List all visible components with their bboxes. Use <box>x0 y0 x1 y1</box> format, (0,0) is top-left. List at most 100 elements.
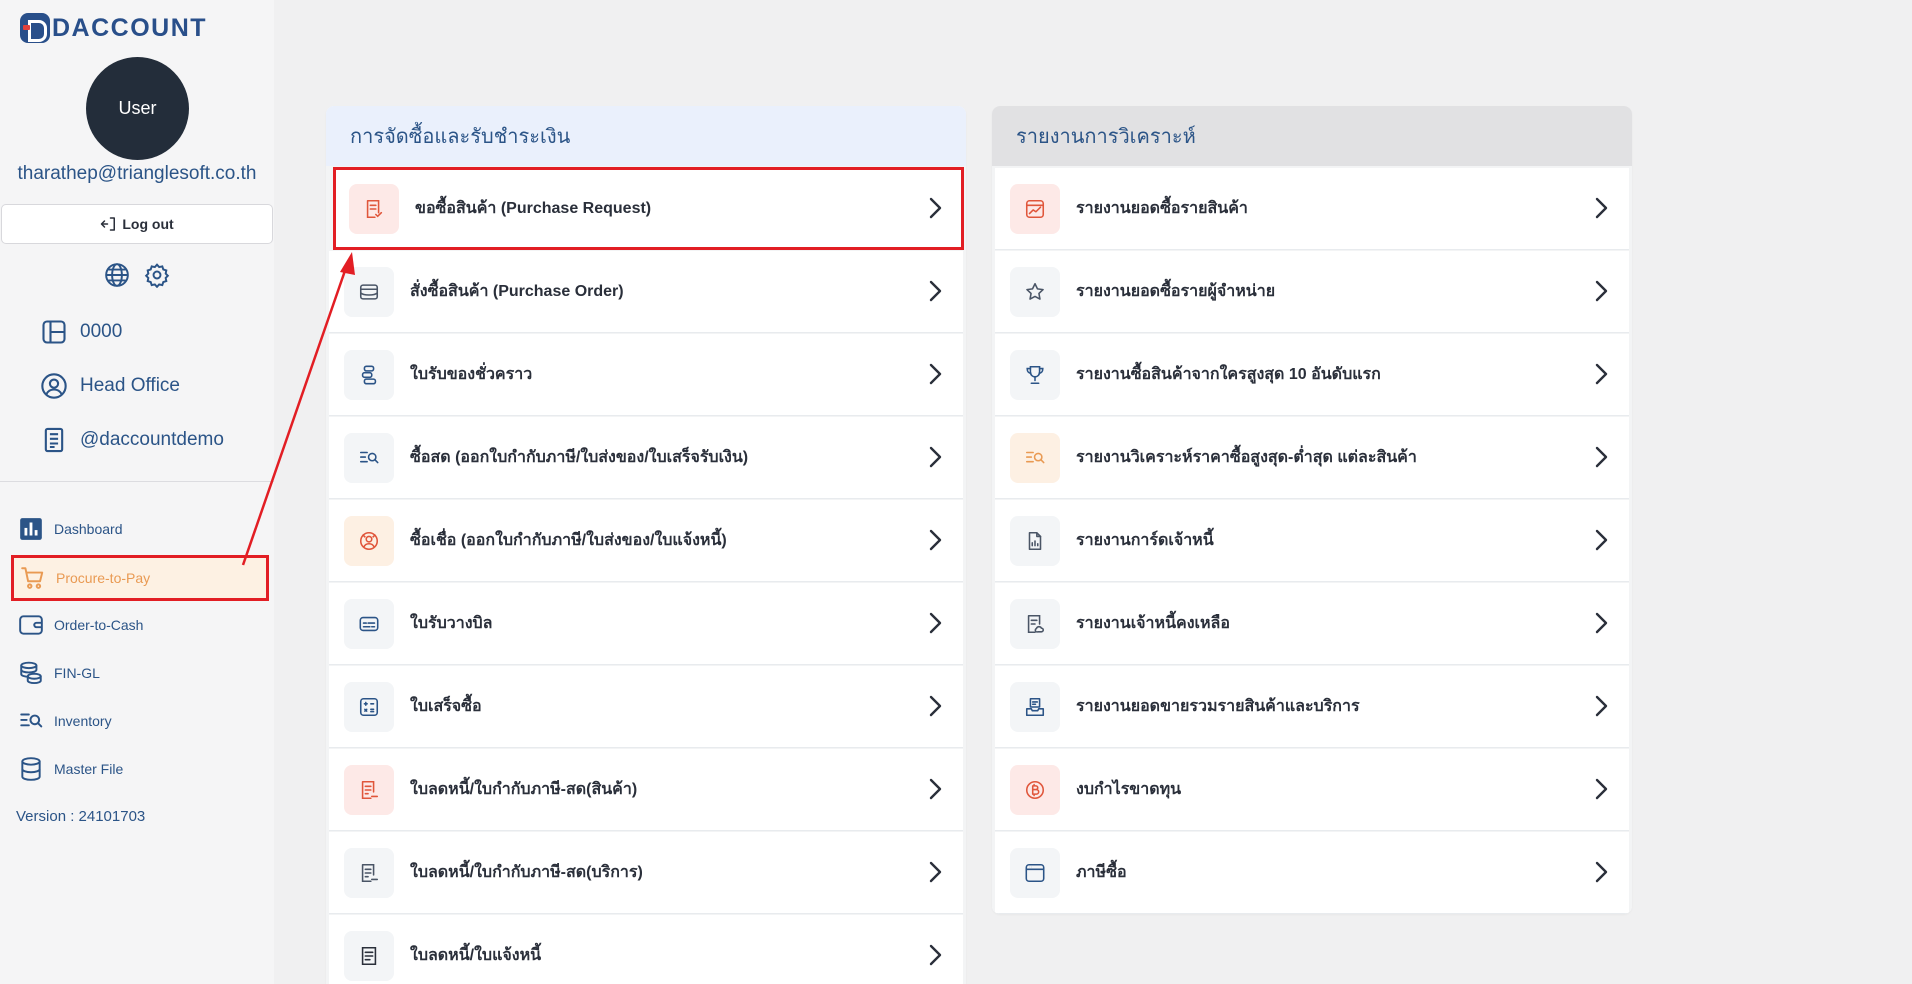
list-item-label: ภาษีซื้อ <box>1076 864 1127 881</box>
logout-icon <box>101 217 116 231</box>
version-label: Version : 24101703 <box>16 808 146 825</box>
info-item-account: @daccountdemo <box>40 426 224 454</box>
layout-icon <box>42 320 66 344</box>
bar-chart-icon <box>20 518 42 540</box>
sidebar-divider <box>0 481 274 482</box>
boxes-icon <box>344 349 394 400</box>
app-logo[interactable]: DACCOUNT <box>20 12 207 44</box>
reports-panel: รายงานการวิเคราะห์ รายงานยอดซื้อรายสินค้… <box>992 106 1632 914</box>
chevron-right-icon <box>1595 778 1608 800</box>
list-item-report-price-analysis[interactable]: รายงานวิเคราะห์ราคาซื้อสูงสุด-ต่ำสุด แต่… <box>995 417 1629 498</box>
list-item-profit-loss[interactable]: งบกำไรขาดทุน <box>995 749 1629 830</box>
list-item-credit-purchase[interactable]: ซื้อเชื่อ (ออกใบกำกับภาษี/ใบส่งของ/ใบแจ้… <box>329 500 963 581</box>
receipt-minus-icon <box>344 847 394 898</box>
nav-label: FIN-GL <box>54 665 100 681</box>
list-item-label: ซื้อสด (ออกใบกำกับภาษี/ใบส่งของ/ใบเสร็จร… <box>410 449 749 466</box>
list-item-credit-note-goods[interactable]: ใบลดหนี้/ใบกำกับภาษี-สด(สินค้า) <box>329 749 963 830</box>
chart-line-icon <box>1010 183 1060 234</box>
reports-list: รายงานยอดซื้อรายสินค้า รายงานยอดซื้อรายผ… <box>992 166 1632 913</box>
file-chart-icon <box>1010 515 1060 566</box>
list-item-purchase-receipt[interactable]: ใบเสร็จซื้อ <box>329 666 963 747</box>
chevron-right-icon <box>929 944 942 966</box>
star-icon <box>1010 266 1060 317</box>
logout-label: Log out <box>122 216 174 232</box>
list-search-icon <box>1010 432 1060 483</box>
chevron-right-icon <box>929 363 942 385</box>
panel-title: รายงานการวิเคราะห์ <box>992 106 1632 166</box>
list-item-purchase-tax[interactable]: ภาษีซื้อ <box>995 832 1629 913</box>
list-item-report-top10-vendors[interactable]: รายงานซื้อสินค้าจากใครสูงสุด 10 อันดับแร… <box>995 334 1629 415</box>
receipt-check-icon <box>349 183 399 234</box>
list-item-label: ใบเสร็จซื้อ <box>410 698 482 715</box>
chevron-right-icon <box>1595 529 1608 551</box>
chevron-right-icon <box>1595 612 1608 634</box>
nav-item-order-to-cash[interactable]: Order-to-Cash <box>18 607 268 643</box>
list-item-credit-note-invoice[interactable]: ใบลดหนี้/ใบแจ้งหนี้ <box>329 915 963 984</box>
list-item-temp-receipt[interactable]: ใบรับของชั่วคราว <box>329 334 963 415</box>
avatar[interactable]: User <box>86 57 189 160</box>
info-item-branch: Head Office <box>40 372 180 400</box>
list-item-label: ใบลดหนี้/ใบกำกับภาษี-สด(บริการ) <box>410 864 643 881</box>
list-item-report-purchase-by-product[interactable]: รายงานยอดซื้อรายสินค้า <box>995 168 1629 249</box>
list-item-label: งบกำไรขาดทุน <box>1076 781 1182 798</box>
purchasing-panel: การจัดซื้อและรับชำระเงิน ขอซื้อสินค้า (P… <box>326 106 966 984</box>
list-item-label: ซื้อเชื่อ (ออกใบกำกับภาษี/ใบส่งของ/ใบแจ้… <box>410 532 727 549</box>
avatar-label: User <box>118 98 157 118</box>
chevron-right-icon <box>1595 446 1608 468</box>
list-item-label: รายงานเจ้าหนี้คงเหลือ <box>1076 615 1230 632</box>
list-item-report-purchase-by-vendor[interactable]: รายงานยอดซื้อรายผู้จำหน่าย <box>995 251 1629 332</box>
list-item-label: ใบลดหนี้/ใบกำกับภาษี-สด(สินค้า) <box>410 781 638 798</box>
logout-button[interactable]: Log out <box>1 204 273 244</box>
chevron-right-icon <box>1595 197 1608 219</box>
document-icon <box>44 427 64 453</box>
calculator-icon <box>344 681 394 732</box>
wallet-icon <box>19 615 43 635</box>
purchasing-list: ขอซื้อสินค้า (Purchase Request) สั่งซื้อ… <box>326 166 966 984</box>
chevron-right-icon <box>929 695 942 717</box>
sidebar-settings-row <box>104 262 170 292</box>
nav-item-fin-gl[interactable]: FIN-GL <box>18 655 268 691</box>
chevron-right-icon <box>929 778 942 800</box>
info-label: Head Office <box>80 375 180 396</box>
list-item-report-sales-summary[interactable]: รายงานยอดขายรวมรายสินค้าและบริการ <box>995 666 1629 747</box>
list-item-report-creditor-balance[interactable]: รายงานเจ้าหนี้คงเหลือ <box>995 583 1629 664</box>
card-icon <box>344 598 394 649</box>
panel-title: การจัดซื้อและรับชำระเงิน <box>326 106 966 166</box>
nav-label: Procure-to-Pay <box>56 570 151 586</box>
list-item-purchase-request[interactable]: ขอซื้อสินค้า (Purchase Request) <box>333 167 964 250</box>
list-item-label: สั่งซื้อสินค้า (Purchase Order) <box>410 283 624 300</box>
list-item-billing-receipt[interactable]: ใบรับวางบิล <box>329 583 963 664</box>
browser-icon <box>1010 847 1060 898</box>
list-item-purchase-order[interactable]: สั่งซื้อสินค้า (Purchase Order) <box>329 251 963 332</box>
list-item-report-creditor-card[interactable]: รายงานการ์ดเจ้าหนี้ <box>995 500 1629 581</box>
globe-icon[interactable] <box>104 262 130 292</box>
chevron-right-icon <box>929 861 942 883</box>
list-item-label: ขอซื้อสินค้า (Purchase Request) <box>415 200 652 217</box>
coin-hand-icon <box>344 515 394 566</box>
chevron-right-icon <box>1595 363 1608 385</box>
tray-icon <box>1010 681 1060 732</box>
chevron-right-icon <box>929 197 942 219</box>
nav-label: Master File <box>54 761 124 777</box>
info-item-branch-code: 0000 <box>40 318 122 346</box>
list-item-credit-note-service[interactable]: ใบลดหนี้/ใบกำกับภาษี-สด(บริการ) <box>329 832 963 913</box>
chevron-right-icon <box>1595 695 1608 717</box>
nav-item-inventory[interactable]: Inventory <box>18 703 268 739</box>
chevron-right-icon <box>929 612 942 634</box>
nav-label: Inventory <box>54 713 112 729</box>
list-item-label: ใบรับวางบิล <box>410 615 493 632</box>
cart-icon <box>21 567 44 589</box>
list-item-label: รายงานยอดซื้อรายสินค้า <box>1076 200 1248 217</box>
bitcoin-icon <box>1010 764 1060 815</box>
nav-item-dashboard[interactable]: Dashboard <box>18 511 268 547</box>
nav-item-master-file[interactable]: Master File <box>18 751 268 787</box>
list-item-label: รายงานยอดขายรวมรายสินค้าและบริการ <box>1076 698 1360 715</box>
gear-icon[interactable] <box>144 262 170 292</box>
receipt-icon <box>344 930 394 981</box>
wallet-card-icon <box>344 266 394 317</box>
list-item-cash-purchase[interactable]: ซื้อสด (ออกใบกำกับภาษี/ใบส่งของ/ใบเสร็จร… <box>329 417 963 498</box>
chevron-right-icon <box>1595 861 1608 883</box>
chevron-right-icon <box>929 446 942 468</box>
nav-item-procure-to-pay[interactable]: Procure-to-Pay <box>11 555 269 601</box>
list-search-icon <box>344 432 394 483</box>
